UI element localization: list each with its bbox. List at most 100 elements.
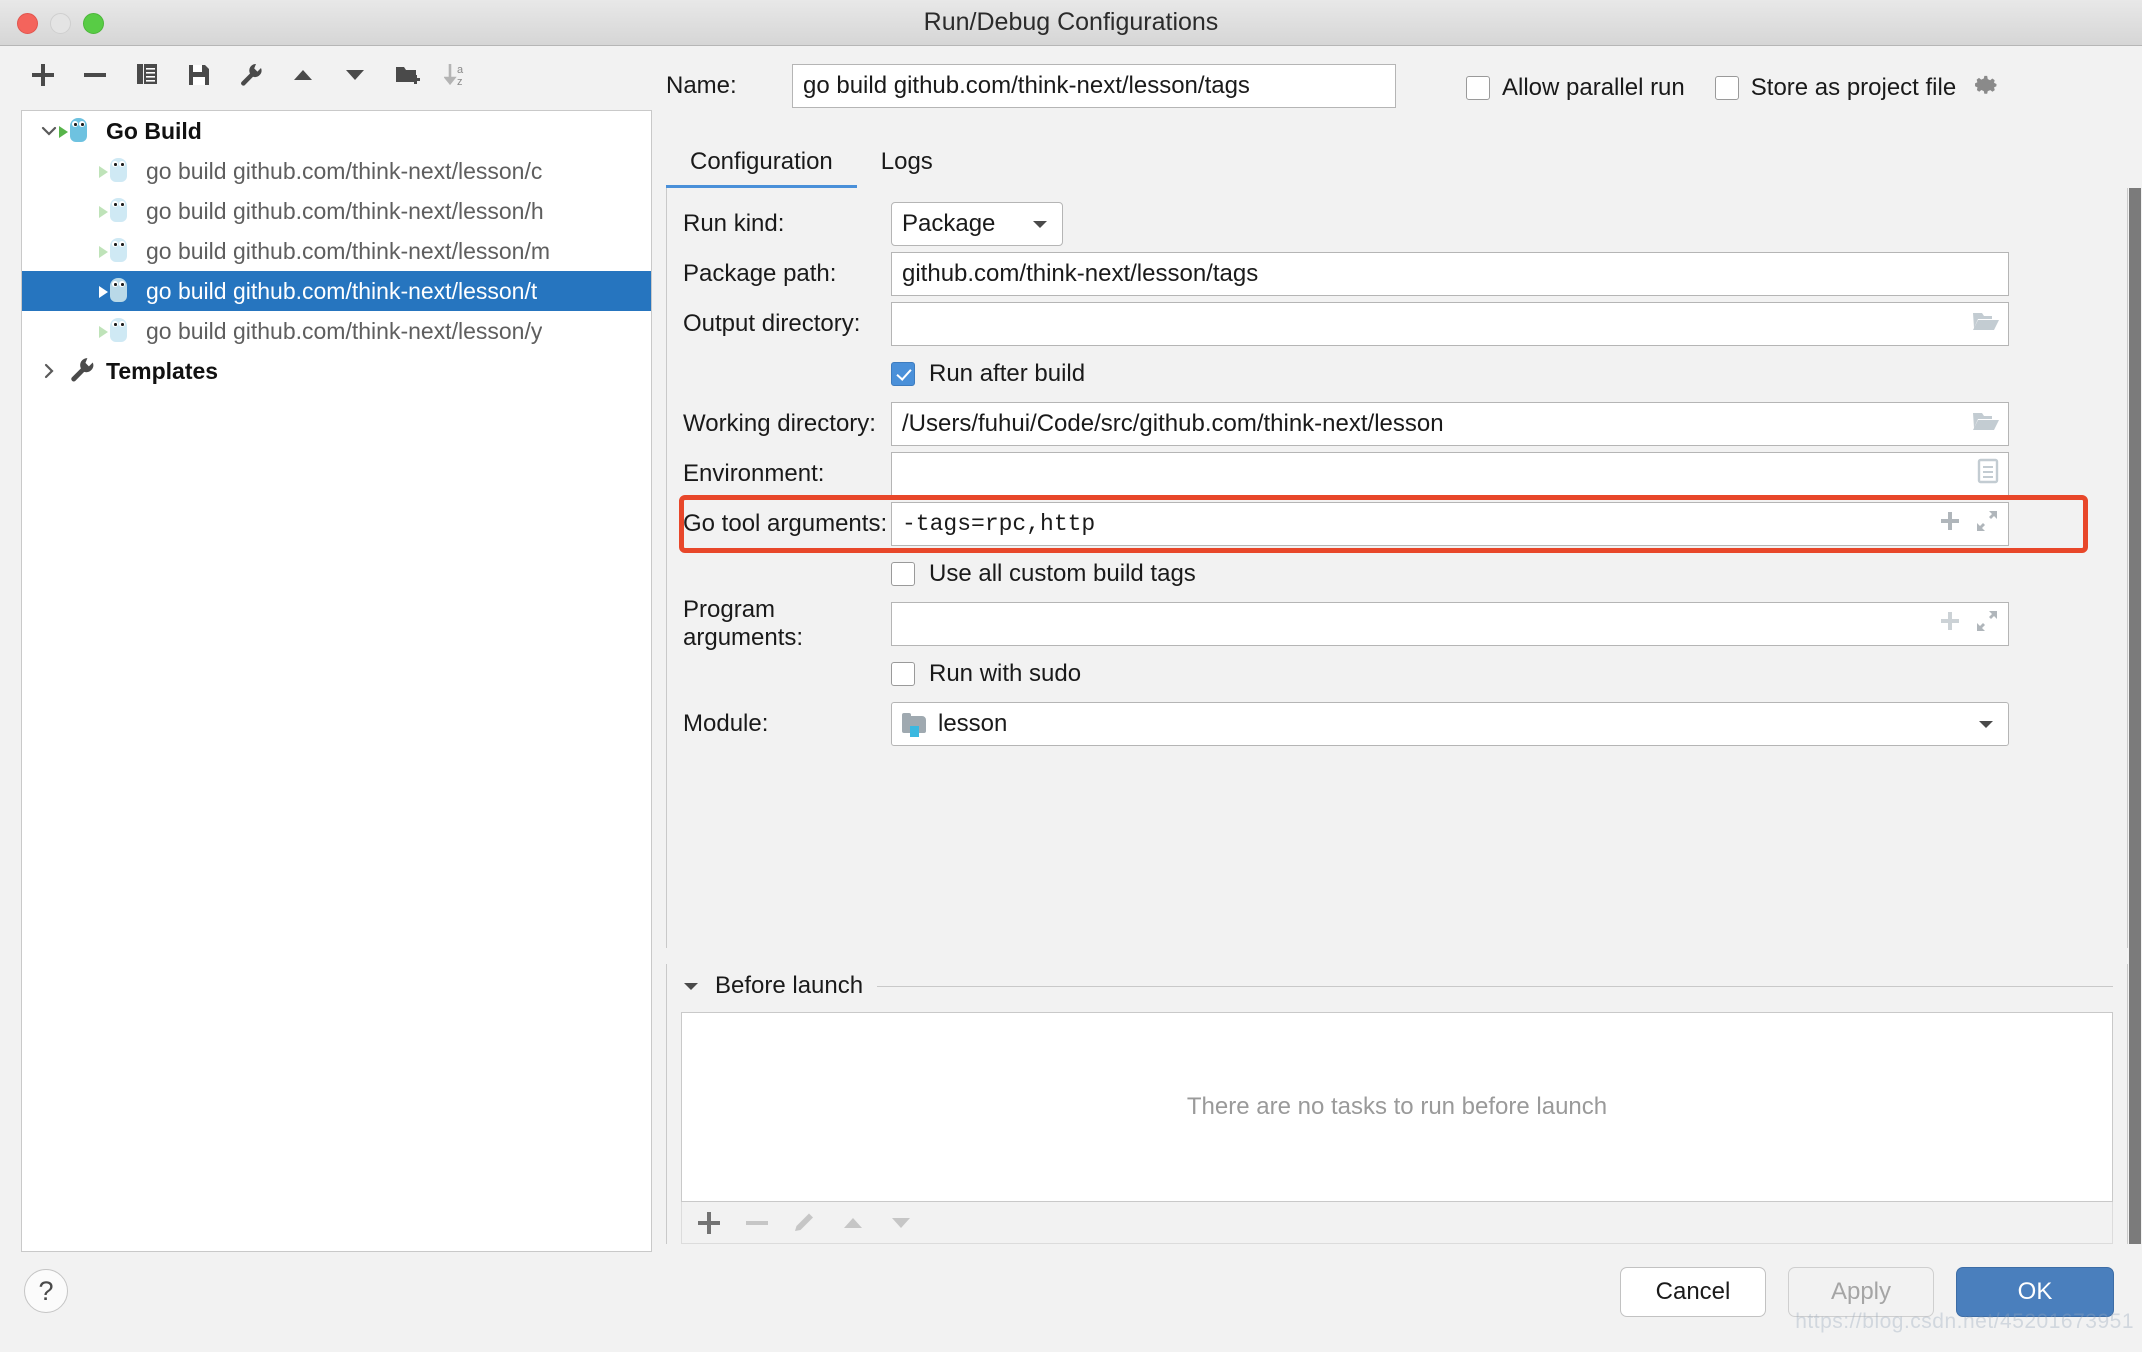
arrow-down-icon [342, 62, 368, 88]
save-icon [186, 62, 212, 88]
module-label: Module: [667, 710, 891, 738]
module-dropdown[interactable]: lesson [891, 702, 2009, 746]
name-row: Name: go build github.com/think-next/les… [666, 64, 1396, 108]
help-button[interactable]: ? [24, 1269, 68, 1313]
tree-item-label: go build github.com/think-next/lesson/h [146, 198, 544, 225]
program-arguments-row: Program arguments: [667, 602, 2127, 646]
use-all-custom-build-tags-checkbox[interactable]: Use all custom build tags [891, 560, 1196, 588]
tree-item-config-0[interactable]: go build github.com/think-next/lesson/c [22, 151, 651, 191]
move-task-down-button[interactable] [888, 1210, 914, 1236]
editor-vertical-scrollbar[interactable] [2128, 188, 2142, 1244]
tree-item-config-2[interactable]: go build github.com/think-next/lesson/m [22, 231, 651, 271]
module-icon [902, 712, 928, 736]
cancel-button[interactable]: Cancel [1620, 1267, 1766, 1317]
allow-parallel-run-checkbox[interactable]: Allow parallel run [1466, 74, 1685, 102]
output-directory-input[interactable] [891, 302, 2009, 346]
run-after-build-label: Run after build [929, 360, 1085, 388]
before-launch-title: Before launch [715, 972, 863, 1000]
tree-group-templates[interactable]: Templates [22, 351, 651, 391]
expand-icon[interactable] [1974, 508, 2000, 541]
plus-icon [30, 62, 56, 88]
svg-text:z: z [457, 76, 463, 88]
run-after-build-checkbox[interactable]: Run after build [891, 360, 1085, 388]
scrollbar-thumb[interactable] [2129, 188, 2141, 1244]
edit-task-button[interactable] [792, 1210, 818, 1236]
working-directory-row: Working directory: /Users/fuhui/Code/src… [667, 402, 2127, 446]
before-launch-divider [877, 986, 2113, 987]
gear-icon[interactable] [1972, 70, 2000, 105]
go-tool-arguments-input[interactable]: -tags=rpc,http [891, 502, 2009, 546]
tree-item-label: go build github.com/think-next/lesson/t [146, 278, 537, 305]
environment-label: Environment: [667, 460, 891, 488]
configurations-toolbar: a z [0, 46, 650, 104]
package-path-value: github.com/think-next/lesson/tags [902, 260, 1258, 288]
copy-icon [134, 62, 160, 88]
configuration-form: Run kind: Package Package path: github.c… [666, 188, 2128, 948]
gopher-icon [108, 156, 138, 186]
question-mark-icon: ? [38, 1276, 53, 1307]
remove-task-button[interactable] [744, 1210, 770, 1236]
store-as-project-file-label: Store as project file [1751, 74, 1956, 102]
run-debug-configurations-dialog: Run/Debug Configurations [0, 0, 2142, 1352]
environment-input[interactable] [891, 452, 2009, 496]
folder-icon[interactable] [1972, 309, 2000, 340]
chevron-right-icon[interactable] [36, 358, 62, 384]
move-down-button[interactable] [338, 58, 372, 92]
tree-item-config-4[interactable]: go build github.com/think-next/lesson/y [22, 311, 651, 351]
svg-text:a: a [457, 64, 464, 76]
folder-icon[interactable] [1972, 409, 2000, 440]
before-launch-header[interactable]: Before launch [681, 964, 2113, 1008]
plus-icon[interactable] [1938, 509, 1962, 540]
use-all-custom-build-tags-label: Use all custom build tags [929, 560, 1196, 588]
tree-item-config-3-selected[interactable]: go build github.com/think-next/lesson/t [22, 271, 651, 311]
output-directory-row: Output directory: [667, 302, 2127, 346]
tab-label: Configuration [690, 148, 833, 175]
gopher-icon [108, 316, 138, 346]
checkbox-box [1466, 76, 1490, 100]
go-tool-arguments-value: -tags=rpc,http [902, 511, 1095, 537]
package-path-input[interactable]: github.com/think-next/lesson/tags [891, 252, 2009, 296]
name-input[interactable]: go build github.com/think-next/lesson/ta… [792, 64, 1396, 108]
tree-group-go-build[interactable]: Go Build [22, 111, 651, 151]
chevron-down-icon [1976, 710, 1996, 738]
plus-icon[interactable] [1938, 609, 1962, 640]
list-icon[interactable] [1976, 458, 2000, 491]
move-up-button[interactable] [286, 58, 320, 92]
before-launch-section: Before launch There are no tasks to run … [666, 964, 2128, 1244]
remove-configuration-button[interactable] [78, 58, 112, 92]
move-task-up-button[interactable] [840, 1210, 866, 1236]
tab-logs[interactable]: Logs [857, 148, 957, 188]
add-configuration-button[interactable] [26, 58, 60, 92]
allow-parallel-run-label: Allow parallel run [1502, 74, 1685, 102]
top-options: Allow parallel run Store as project file [1466, 70, 2000, 105]
program-arguments-label: Program arguments: [667, 596, 891, 652]
run-kind-dropdown[interactable]: Package [891, 202, 1063, 246]
before-launch-toolbar [681, 1202, 2113, 1244]
store-as-project-file-checkbox[interactable]: Store as project file [1715, 70, 2000, 105]
add-task-button[interactable] [696, 1210, 722, 1236]
tab-configuration[interactable]: Configuration [666, 148, 857, 188]
tree-item-config-1[interactable]: go build github.com/think-next/lesson/h [22, 191, 651, 231]
configuration-editor-panel: Name: go build github.com/think-next/les… [666, 46, 2142, 1352]
checkbox-box [891, 562, 915, 586]
working-directory-input[interactable]: /Users/fuhui/Code/src/github.com/think-n… [891, 402, 2009, 446]
before-launch-task-list[interactable]: There are no tasks to run before launch [681, 1012, 2113, 1202]
triangle-down-icon[interactable] [681, 972, 701, 1000]
tree-item-label: go build github.com/think-next/lesson/c [146, 158, 542, 185]
run-with-sudo-checkbox[interactable]: Run with sudo [891, 660, 1081, 688]
gopher-icon [108, 276, 138, 306]
program-arguments-input[interactable] [891, 602, 2009, 646]
environment-row: Environment: [667, 452, 2127, 496]
configurations-tree[interactable]: Go Build go build github.com/think-next/… [21, 110, 652, 1252]
copy-configuration-button[interactable] [130, 58, 164, 92]
expand-icon[interactable] [1974, 608, 2000, 641]
name-label: Name: [666, 72, 792, 100]
sort-az-icon: a z [444, 61, 474, 89]
edit-templates-button[interactable] [234, 58, 268, 92]
new-folder-button[interactable] [390, 58, 424, 92]
run-kind-row: Run kind: Package [667, 202, 2127, 246]
sort-alphabetically-button[interactable]: a z [442, 58, 476, 92]
save-configuration-button[interactable] [182, 58, 216, 92]
tab-label: Logs [881, 148, 933, 175]
tree-item-label: go build github.com/think-next/lesson/y [146, 318, 542, 345]
